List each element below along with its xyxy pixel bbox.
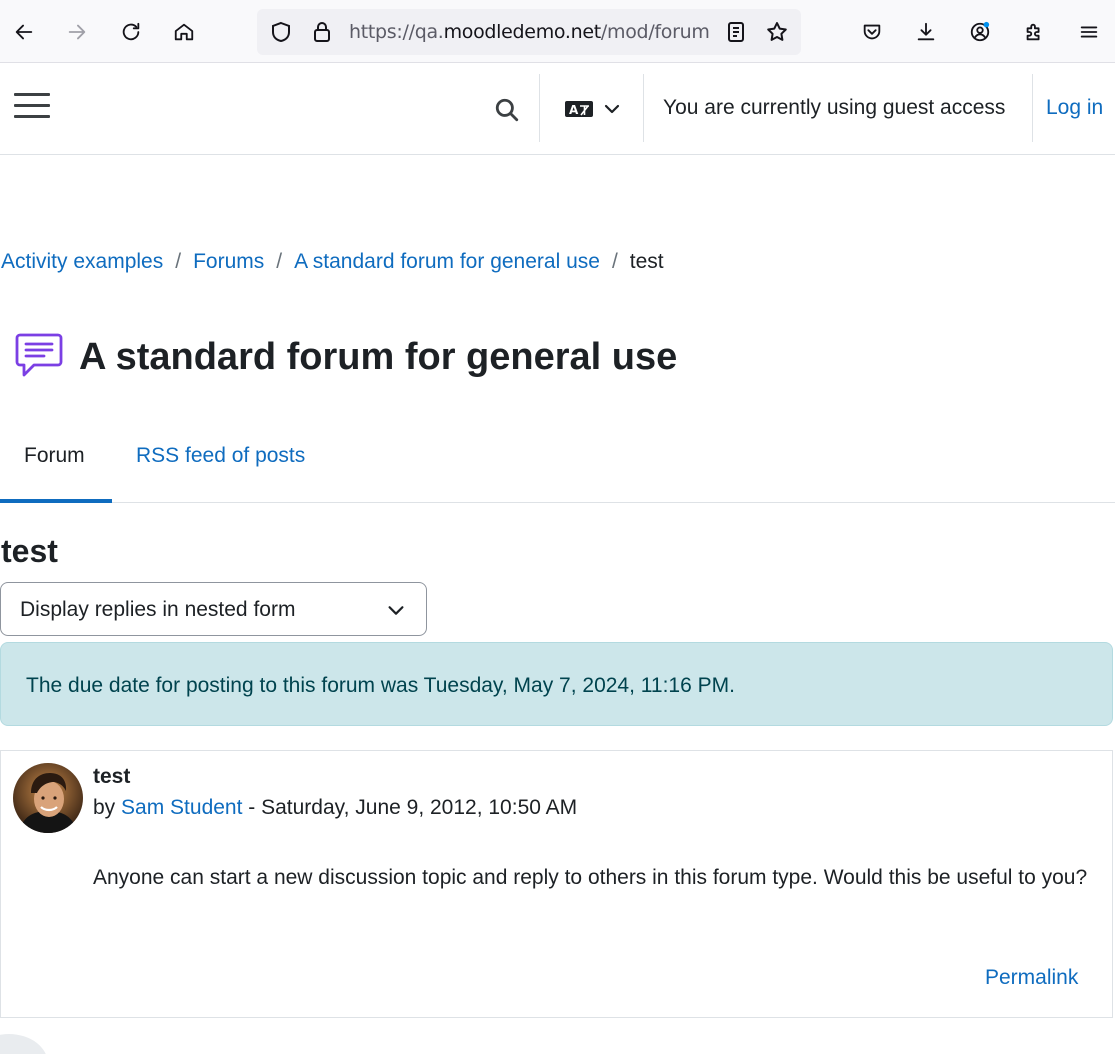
chevron-down-icon <box>388 606 404 615</box>
site-navbar: A You are currently using guest access L… <box>0 63 1115 155</box>
tab-rss-feed[interactable]: RSS feed of posts <box>136 444 305 468</box>
browser-toolbar: https://qa.moodledemo.net/mod/forum <box>0 0 1115 63</box>
lock-icon[interactable] <box>310 20 334 44</box>
reload-icon[interactable] <box>113 14 149 50</box>
permalink[interactable]: Permalink <box>985 966 1078 990</box>
date-separator: - <box>242 796 262 819</box>
scroll-to-top-button[interactable] <box>0 1034 48 1054</box>
app-menu-icon[interactable] <box>1071 14 1107 50</box>
breadcrumb-current: test <box>629 250 664 273</box>
shield-icon[interactable] <box>269 20 293 44</box>
guest-access-notice: You are currently using guest access <box>663 96 1006 119</box>
pocket-icon[interactable] <box>854 14 890 50</box>
discussion-title: test <box>1 533 58 569</box>
secondary-navigation: Forum RSS feed of posts <box>0 410 1115 503</box>
forum-post: test by Sam Student - Saturday, June 9, … <box>0 750 1113 1018</box>
account-icon[interactable] <box>962 14 998 50</box>
bookmark-star-icon[interactable] <box>765 20 789 44</box>
forward-icon[interactable] <box>59 14 95 50</box>
display-mode-value: Display replies in nested form <box>20 598 296 621</box>
breadcrumb-separator: / <box>175 250 182 273</box>
forum-icon <box>15 333 63 377</box>
avatar[interactable] <box>13 763 83 833</box>
menu-toggle-icon[interactable] <box>14 93 50 123</box>
download-icon[interactable] <box>908 14 944 50</box>
nav-divider <box>643 74 644 142</box>
nav-divider <box>1032 74 1033 142</box>
breadcrumb-separator: / <box>611 250 618 273</box>
svg-text:A: A <box>569 103 579 117</box>
breadcrumb-forum[interactable]: A standard forum for general use <box>294 250 600 273</box>
breadcrumb-forums[interactable]: Forums <box>193 250 264 273</box>
extensions-icon[interactable] <box>1016 14 1052 50</box>
display-mode-select[interactable]: Display replies in nested form <box>0 582 427 636</box>
due-date-text: The due date for posting to this forum w… <box>26 674 735 697</box>
url-bar[interactable]: https://qa.moodledemo.net/mod/forum <box>257 9 801 55</box>
breadcrumb: Activity examples / Forums / A standard foru… <box>1 250 664 274</box>
post-author-link[interactable]: Sam Student <box>121 796 242 819</box>
tab-forum[interactable]: Forum <box>24 444 85 468</box>
breadcrumb-activity-examples[interactable]: Activity examples <box>1 250 163 273</box>
reader-view-icon[interactable] <box>724 20 748 44</box>
home-icon[interactable] <box>166 14 202 50</box>
post-body: Anyone can start a new discussion topic … <box>93 866 1088 889</box>
due-date-alert: The due date for posting to this forum w… <box>0 642 1113 726</box>
page-title: A standard forum for general use <box>79 336 678 378</box>
nav-divider <box>539 74 540 142</box>
active-tab-indicator <box>0 499 112 503</box>
search-icon[interactable] <box>494 97 520 123</box>
language-icon[interactable]: A <box>564 97 622 121</box>
post-date: Saturday, June 9, 2012, 10:50 AM <box>261 796 578 819</box>
post-byline: by Sam Student - Saturday, June 9, 2012,… <box>93 796 578 819</box>
breadcrumb-separator: / <box>276 250 283 273</box>
back-icon[interactable] <box>6 14 42 50</box>
post-subject: test <box>93 765 131 788</box>
url-text[interactable]: https://qa.moodledemo.net/mod/forum <box>349 21 714 43</box>
login-link[interactable]: Log in <box>1046 96 1103 120</box>
